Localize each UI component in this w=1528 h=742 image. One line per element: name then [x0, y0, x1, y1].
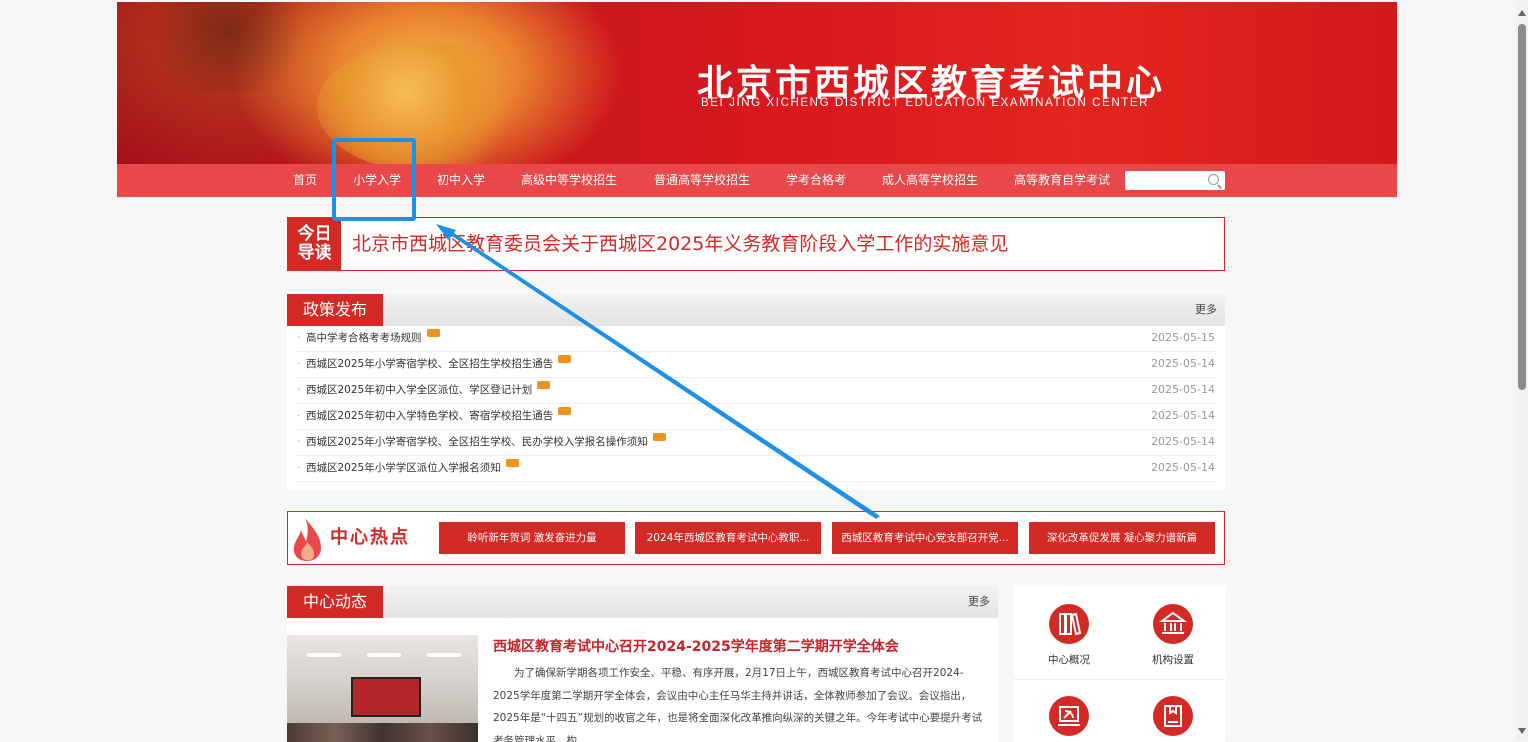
new-badge-icon — [652, 433, 666, 441]
flame-icon — [293, 518, 321, 561]
policy-tab[interactable]: 政策发布 — [287, 294, 384, 326]
quick-link-overview[interactable]: 中心概况 — [1019, 604, 1119, 667]
news-summary: 为了确保新学期各项工作安全、平稳、有序开展，2月17日上午，西城区教育考试中心召… — [493, 667, 983, 742]
new-badge-icon — [558, 407, 572, 415]
header-banner: 北京市西城区教育考试中心 BEI JING XICHENG DISTRICT E… — [117, 2, 1397, 164]
quick-link-document[interactable] — [1123, 696, 1223, 742]
policy-list-item[interactable]: 西城区2025年小学学区派位入学报名须知 2025-05-14 — [297, 456, 1215, 482]
policy-item-title: 西城区2025年小学寄宿学校、全区招生学校、民办学校入学报名操作须知 — [306, 436, 648, 448]
party-emblem-icon — [1049, 696, 1089, 736]
search-box[interactable] — [1125, 171, 1225, 190]
news-headline-link[interactable]: 西城区教育考试中心召开2024-2025学年度第二学期开学全体会 — [493, 636, 899, 656]
today-badge-line2: 导读 — [297, 243, 332, 263]
hot-topic-button[interactable]: 2024年西城区教育考试中心教职... — [635, 522, 821, 554]
policy-item-title: 西城区2025年小学学区派位入学报名须知 — [306, 462, 501, 474]
news-more-link[interactable]: 更多 — [968, 586, 990, 618]
books-icon — [1049, 604, 1089, 644]
new-badge-icon — [537, 381, 551, 389]
policy-list: 高中学考合格考考场规则 2025-05-15 西城区2025年小学寄宿学校、全区招… — [287, 326, 1225, 482]
divider — [1014, 679, 1225, 680]
scroll-up-arrow-icon[interactable] — [1518, 10, 1526, 16]
meeting-attendees — [287, 723, 478, 742]
hot-topic-button[interactable]: 深化改革促发展 凝心聚力谱新篇 — [1029, 522, 1215, 554]
main-nav: 首页 小学入学 初中入学 高级中等学校招生 普通高等学校招生 学考合格考 成人高… — [117, 164, 1397, 197]
scrollbar-thumb[interactable] — [1518, 24, 1526, 390]
ceiling-light — [367, 653, 401, 657]
hot-topic-button[interactable]: 西城区教育考试中心党支部召开党... — [832, 522, 1018, 554]
scroll-down-arrow-icon[interactable] — [1518, 728, 1526, 734]
policy-item-title: 西城区2025年初中入学全区派位、学区登记计划 — [306, 384, 533, 396]
policy-item-date: 2025-05-14 — [1151, 383, 1215, 396]
policy-item-title: 高中学考合格考考场规则 — [306, 332, 422, 344]
today-reading: 今日 导读 北京市西城区教育委员会关于西城区2025年义务教育阶段入学工作的实施… — [287, 217, 1225, 271]
policy-panel-header: 政策发布 更多 — [287, 294, 1225, 326]
annotation-highlight-box — [332, 138, 416, 221]
hot-topics-bar: 中心热点 聆听新年贺词 激发奋进力量 2024年西城区教育考试中心教职... 西… — [287, 511, 1225, 565]
today-badge: 今日 导读 — [288, 218, 341, 270]
search-icon[interactable] — [1208, 174, 1219, 185]
policy-item-date: 2025-05-15 — [1151, 331, 1215, 344]
nav-item-senior-secondary[interactable]: 高级中等学校招生 — [521, 164, 617, 197]
nav-item-home[interactable]: 首页 — [293, 164, 317, 197]
policy-list-item[interactable]: 西城区2025年小学寄宿学校、全区招生学校招生通告 2025-05-14 — [297, 352, 1215, 378]
policy-item-title: 西城区2025年初中入学特色学校、寄宿学校招生通告 — [306, 410, 554, 422]
meeting-screen — [351, 677, 421, 717]
news-panel-header: 中心动态 更多 — [287, 586, 998, 618]
news-photo[interactable] — [287, 635, 478, 742]
policy-item-date: 2025-05-14 — [1151, 357, 1215, 370]
nav-item-adult-higher[interactable]: 成人高等学校招生 — [882, 164, 978, 197]
nav-item-self-study-exam[interactable]: 高等教育自学考试 — [1014, 164, 1110, 197]
document-icon — [1153, 696, 1193, 736]
policy-list-item[interactable]: 西城区2025年初中入学全区派位、学区登记计划 2025-05-14 — [297, 378, 1215, 404]
hot-topics-title: 中心热点 — [330, 527, 410, 548]
ceiling-light — [307, 653, 341, 657]
site-subtitle: BEI JING XICHENG DISTRICT EDUCATION EXAM… — [701, 97, 1150, 109]
nav-item-higher-education[interactable]: 普通高等学校招生 — [654, 164, 750, 197]
building-icon — [1153, 604, 1193, 644]
quick-link-party[interactable] — [1019, 696, 1119, 742]
center-news-panel: 中心动态 更多 西城区教育考试中心召开2024-2025学年度第二学期开学全体会… — [287, 586, 998, 742]
policy-list-item[interactable]: 西城区2025年小学寄宿学校、全区招生学校、民办学校入学报名操作须知 2025-0… — [297, 430, 1215, 456]
policy-list-item[interactable]: 高中学考合格考考场规则 2025-05-15 — [297, 326, 1215, 352]
page-scrollbar[interactable] — [1516, 0, 1528, 740]
policy-item-date: 2025-05-14 — [1151, 461, 1215, 474]
policy-item-date: 2025-05-14 — [1151, 409, 1215, 422]
policy-list-item[interactable]: 西城区2025年初中入学特色学校、寄宿学校招生通告 2025-05-14 — [297, 404, 1215, 430]
quick-link-organization[interactable]: 机构设置 — [1123, 604, 1223, 667]
policy-panel: 政策发布 更多 高中学考合格考考场规则 2025-05-15 西城区2025年小学… — [287, 294, 1225, 490]
quick-links-panel: 中心概况 机构设置 — [1014, 586, 1225, 742]
page: 北京市西城区教育考试中心 BEI JING XICHENG DISTRICT E… — [117, 2, 1397, 742]
quick-link-label: 机构设置 — [1152, 654, 1194, 666]
policy-more-link[interactable]: 更多 — [1195, 294, 1217, 326]
new-badge-icon — [426, 329, 440, 337]
ceiling-light — [427, 653, 461, 657]
quick-link-label: 中心概况 — [1048, 654, 1090, 666]
policy-item-date: 2025-05-14 — [1151, 435, 1215, 448]
policy-item-title: 西城区2025年小学寄宿学校、全区招生学校招生通告 — [306, 358, 554, 370]
new-badge-icon — [558, 355, 572, 363]
news-tab[interactable]: 中心动态 — [287, 586, 384, 618]
today-badge-line1: 今日 — [297, 224, 332, 244]
nav-item-proficiency-exam[interactable]: 学考合格考 — [786, 164, 846, 197]
hot-topic-button[interactable]: 聆听新年贺词 激发奋进力量 — [439, 522, 625, 554]
new-badge-icon — [505, 459, 519, 467]
today-headline-link[interactable]: 北京市西城区教育委员会关于西城区2025年义务教育阶段入学工作的实施意见 — [352, 218, 1008, 270]
banner-decoration — [137, 2, 317, 92]
nav-item-junior-admission[interactable]: 初中入学 — [437, 164, 485, 197]
